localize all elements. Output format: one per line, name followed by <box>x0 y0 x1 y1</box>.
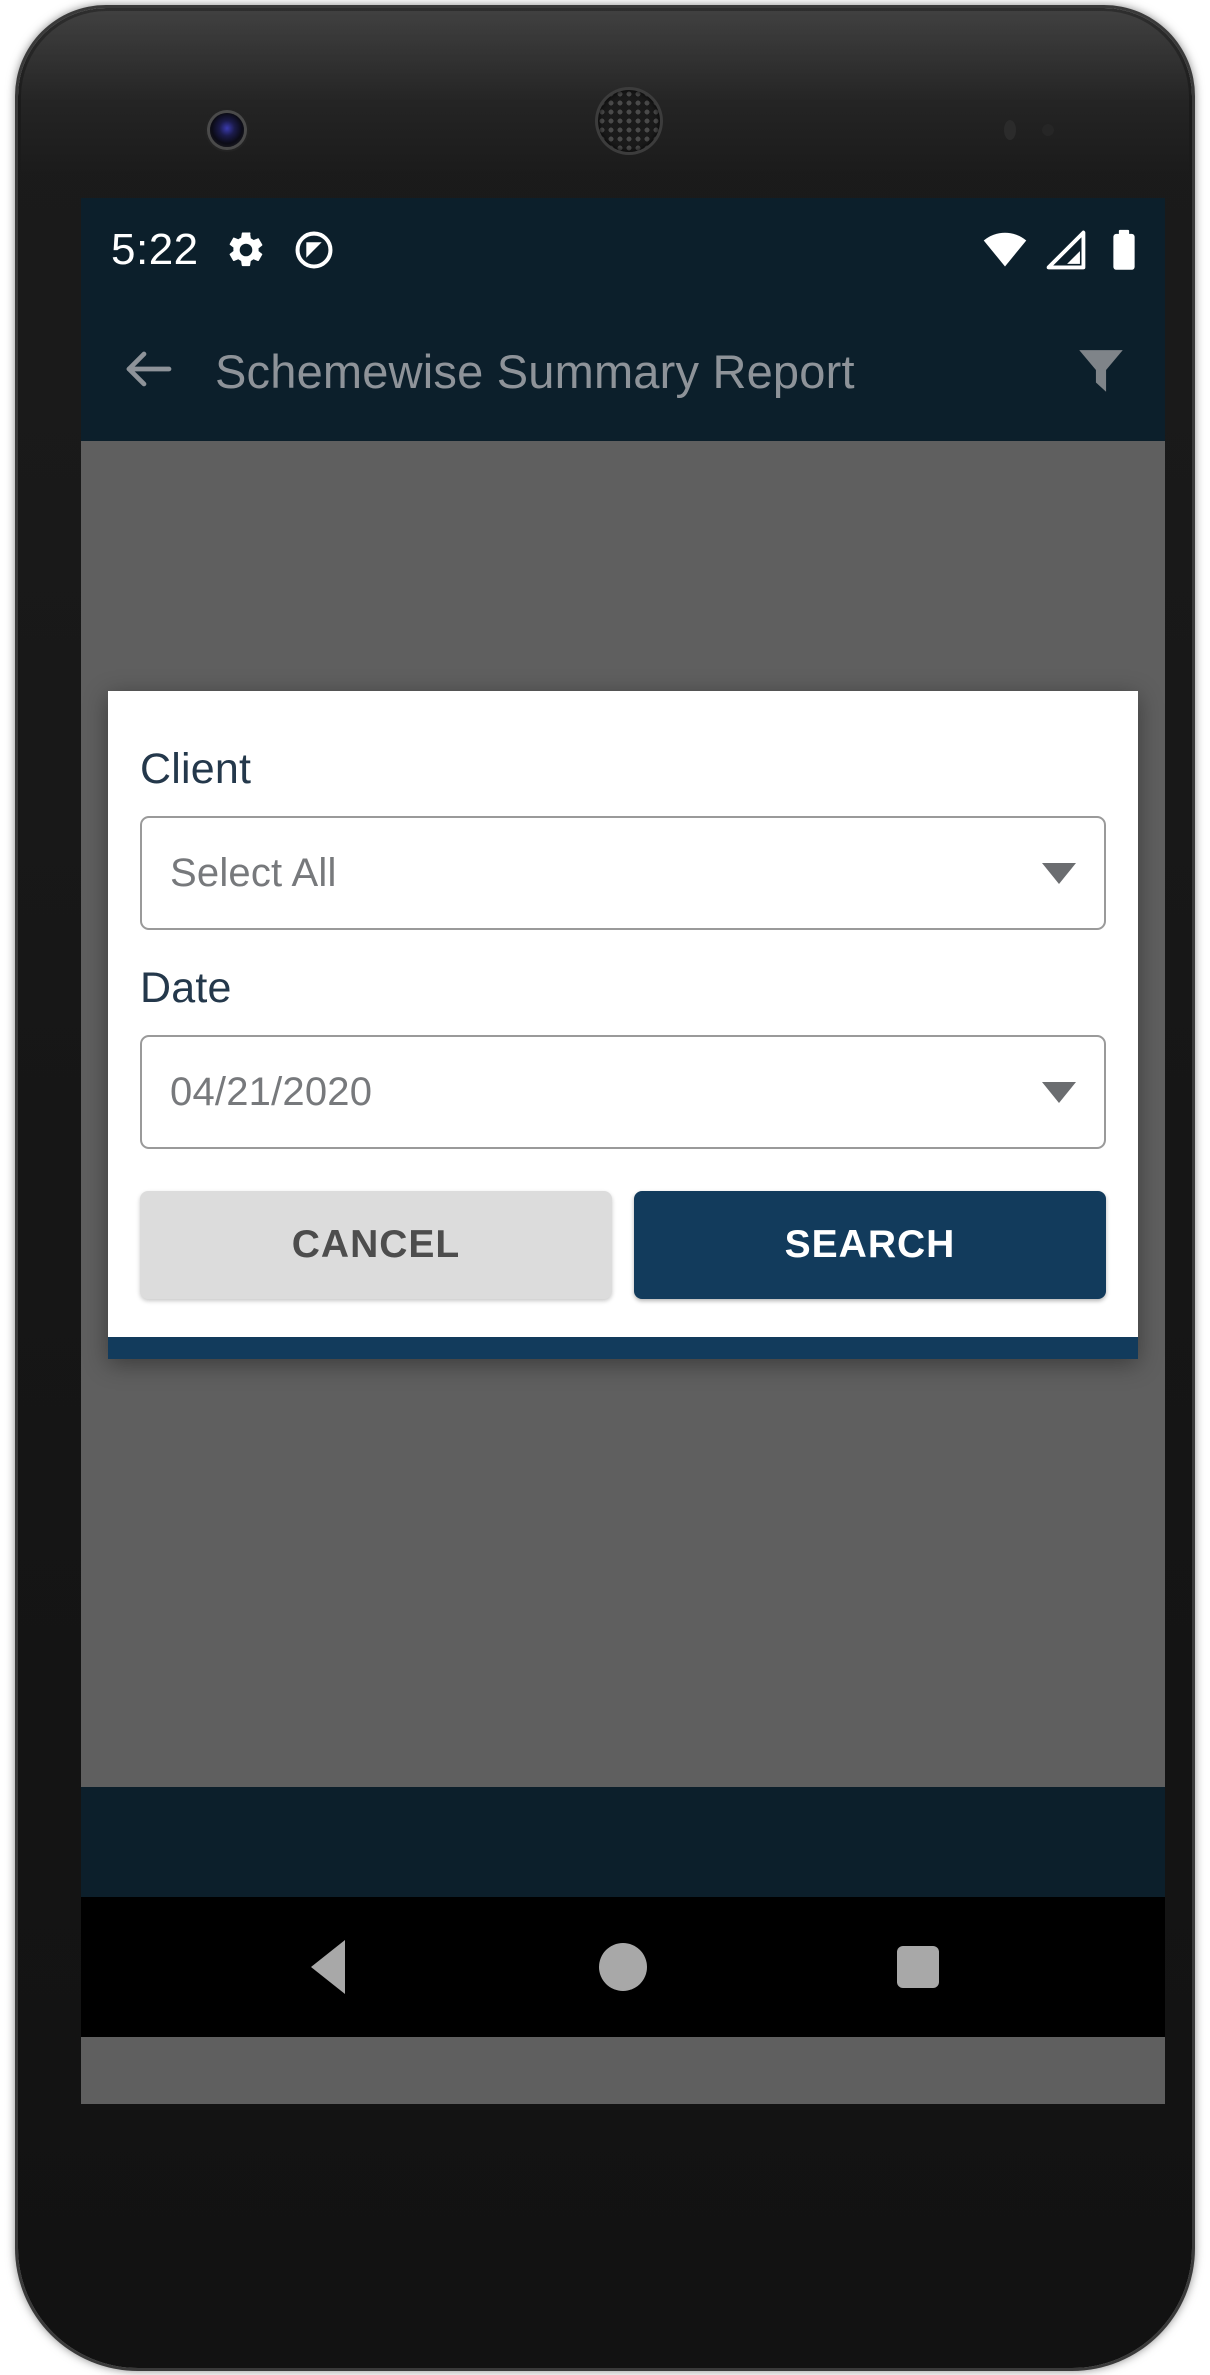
wifi-icon <box>983 228 1027 272</box>
filter-dialog: Client Select All Date 04/21/2020 CANCEL… <box>108 691 1138 1359</box>
date-select-value: 04/21/2020 <box>170 1069 373 1114</box>
status-bar-left: 5:22 <box>111 224 335 274</box>
nav-back-button[interactable] <box>268 1912 388 2022</box>
bottom-app-strip <box>81 1787 1165 1897</box>
date-field-label: Date <box>140 964 232 1012</box>
filter-button[interactable] <box>1063 333 1139 409</box>
date-select[interactable]: 04/21/2020 <box>140 1035 1106 1149</box>
cancel-button[interactable]: CANCEL <box>140 1191 612 1299</box>
phone-screen: 5:22 Schemewise Summary Report Client Se… <box>81 198 1165 2104</box>
status-bar-right <box>983 228 1143 272</box>
status-bar: 5:22 <box>81 198 1165 301</box>
client-select-value: Select All <box>170 850 337 895</box>
system-navigation-bar <box>81 1897 1165 2037</box>
dialog-actions: CANCEL SEARCH <box>108 1149 1138 1337</box>
page-title: Schemewise Summary Report <box>215 344 855 398</box>
content-scrim: Client Select All Date 04/21/2020 CANCEL… <box>81 441 1165 1787</box>
arrow-back-icon <box>119 339 179 404</box>
nav-back-icon <box>311 1940 346 1994</box>
chevron-down-icon <box>1042 862 1076 884</box>
client-select[interactable]: Select All <box>140 816 1106 930</box>
nav-home-button[interactable] <box>563 1912 683 2022</box>
search-button[interactable]: SEARCH <box>634 1191 1106 1299</box>
front-camera-icon <box>210 113 244 147</box>
nav-recents-button[interactable] <box>858 1912 978 2022</box>
app-bar: Schemewise Summary Report <box>81 301 1165 441</box>
dialog-body: Client Select All Date 04/21/2020 <box>108 691 1138 1149</box>
gear-icon <box>225 229 267 271</box>
back-button[interactable] <box>111 333 187 409</box>
battery-full-icon <box>1105 228 1143 272</box>
nav-home-icon <box>598 1943 647 1991</box>
chevron-down-icon <box>1042 1081 1076 1103</box>
cellular-signal-icon <box>1044 228 1088 272</box>
client-field-label: Client <box>140 745 252 793</box>
dialog-accent-bar <box>108 1337 1138 1359</box>
phone-device-frame: 5:22 Schemewise Summary Report Client Se… <box>18 8 1192 2368</box>
filter-funnel-icon <box>1072 340 1130 403</box>
do-not-disturb-icon <box>293 229 335 271</box>
proximity-sensor-icon <box>1004 120 1016 140</box>
nav-recents-icon <box>896 1946 939 1988</box>
status-bar-clock: 5:22 <box>111 224 199 274</box>
ambient-light-sensor-icon <box>1042 124 1054 136</box>
earpiece-speaker-icon <box>598 90 660 152</box>
